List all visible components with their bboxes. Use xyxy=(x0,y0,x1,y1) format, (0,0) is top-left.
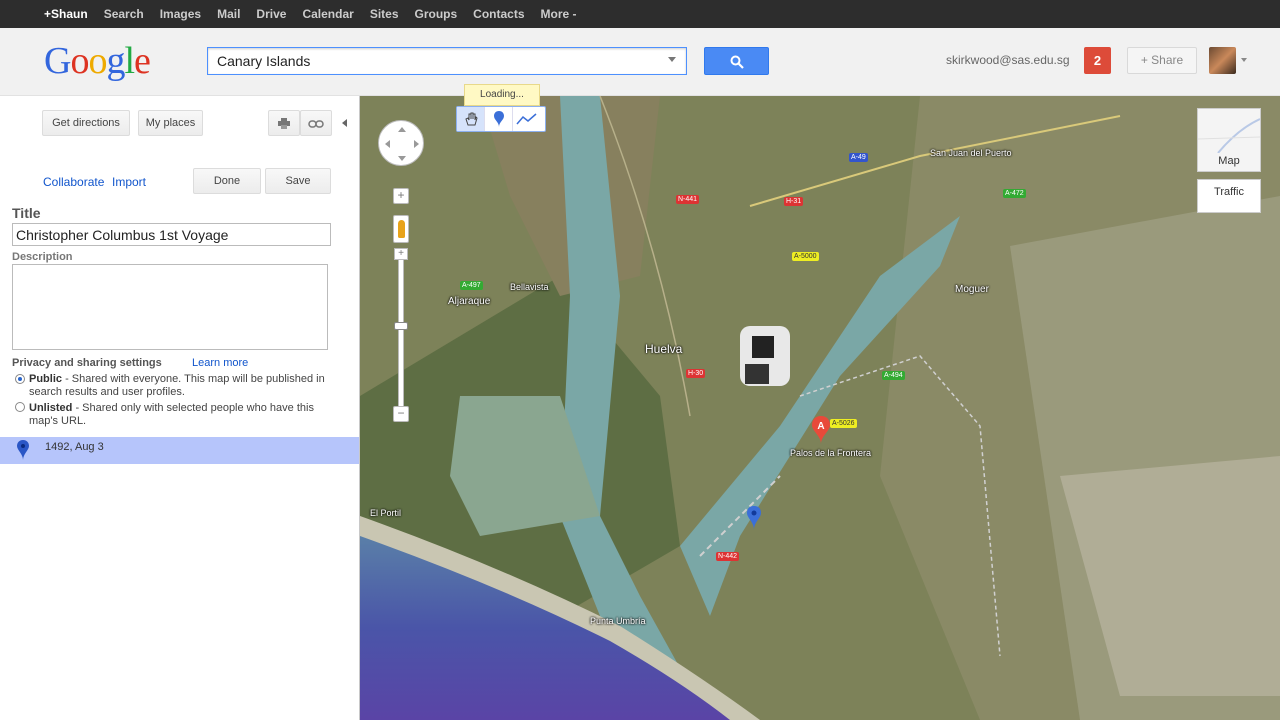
road-sign: H-31 xyxy=(784,197,804,206)
map-label-huelva: Huelva xyxy=(645,342,683,356)
road-sign: A-497 xyxy=(460,281,483,290)
map-label-punta-umbria: Punta Umbría xyxy=(590,616,646,626)
print-button[interactable] xyxy=(268,110,300,136)
link-button[interactable] xyxy=(300,110,332,136)
pan-arrows-icon xyxy=(385,127,419,161)
pegman-street-view-icon[interactable] xyxy=(393,215,409,243)
nav-calendar[interactable]: Calendar xyxy=(294,7,361,21)
nav-groups[interactable]: Groups xyxy=(407,7,466,21)
search-box xyxy=(207,47,687,75)
map-label-san-juan: San Juan del Puerto xyxy=(930,148,1012,158)
hand-icon xyxy=(464,112,478,126)
save-button[interactable]: Save xyxy=(265,168,331,194)
svg-text:A: A xyxy=(817,421,824,432)
map-edit-toolbox xyxy=(456,106,546,132)
road-sign: A-494 xyxy=(882,371,905,380)
draw-line-icon xyxy=(516,113,537,125)
avatar[interactable] xyxy=(1209,47,1236,74)
chevron-down-icon[interactable] xyxy=(1241,58,1247,62)
privacy-label: Privacy and sharing settings xyxy=(12,357,162,369)
search-input[interactable] xyxy=(208,48,648,74)
nav-profile[interactable]: +Shaun xyxy=(36,7,96,21)
title-label: Title xyxy=(12,205,41,221)
nav-search[interactable]: Search xyxy=(96,7,152,21)
description-input[interactable] xyxy=(12,264,328,350)
collaborate-link[interactable]: Collaborate xyxy=(43,175,104,189)
road-sign: A-5000 xyxy=(792,252,819,261)
zoom-slider-thumb[interactable] xyxy=(394,322,408,330)
satellite-imagery xyxy=(360,96,1280,720)
done-button[interactable]: Done xyxy=(193,168,261,194)
google-logo[interactable]: Google xyxy=(44,40,151,82)
road-sign: A-5026 xyxy=(830,419,857,428)
map-label-bellavista: Bellavista xyxy=(510,282,549,292)
get-directions-button[interactable]: Get directions xyxy=(42,110,130,136)
public-radio[interactable] xyxy=(15,374,25,384)
line-tool[interactable] xyxy=(513,107,541,131)
unlisted-option-text: Unlisted - Shared only with selected peo… xyxy=(29,402,314,427)
blue-placemark-icon[interactable] xyxy=(747,506,761,530)
map-label-moguer: Moguer xyxy=(955,284,989,295)
placemark-label: 1492, Aug 3 xyxy=(45,441,104,453)
zoom-step-button[interactable]: + xyxy=(394,248,408,260)
public-option-text: Public - Shared with everyone. This map … xyxy=(29,373,325,398)
description-label: Description xyxy=(12,251,73,263)
share-button[interactable]: + Share xyxy=(1127,47,1197,74)
nav-images[interactable]: Images xyxy=(152,7,209,21)
nav-more[interactable]: More - xyxy=(533,7,585,21)
google-top-bar: +Shaun Search Images Mail Drive Calendar… xyxy=(0,0,1280,28)
nav-mail[interactable]: Mail xyxy=(209,7,248,21)
nav-contacts[interactable]: Contacts xyxy=(465,7,532,21)
loading-indicator: Loading... xyxy=(464,84,540,106)
user-email[interactable]: skirkwood@sas.edu.sg xyxy=(946,53,1070,67)
satellite-map[interactable]: Huelva Moguer Aljaraque Punta Umbría Pal… xyxy=(360,96,1280,720)
map-label-el-portil: El Portil xyxy=(370,508,402,518)
map-label-palos: Palos de la Frontera xyxy=(790,448,872,458)
road-sign: A-472 xyxy=(1003,189,1026,198)
top-nav: +Shaun Search Images Mail Drive Calendar… xyxy=(36,0,585,28)
traffic-button[interactable]: Traffic xyxy=(1197,179,1261,213)
map-type-label: Map xyxy=(1218,155,1240,167)
unlisted-radio[interactable] xyxy=(15,402,25,412)
road-sign: A-49 xyxy=(849,153,868,162)
title-input[interactable] xyxy=(12,223,331,246)
import-link[interactable]: Import xyxy=(112,175,146,189)
map-thumbnail-icon xyxy=(1197,109,1261,154)
learn-more-link[interactable]: Learn more xyxy=(192,357,248,369)
header: Google skirkwood@sas.edu.sg 2 + Share xyxy=(0,28,1280,96)
search-button[interactable] xyxy=(704,47,769,75)
pan-control[interactable] xyxy=(378,120,424,166)
road-sign: H-30 xyxy=(686,369,706,378)
nav-drive[interactable]: Drive xyxy=(248,7,294,21)
zoom-in-button[interactable]: + xyxy=(393,188,409,204)
road-sign: N-441 xyxy=(676,195,700,204)
road-sign: N-442 xyxy=(716,552,740,561)
notification-badge[interactable]: 2 xyxy=(1084,47,1111,74)
zoom-out-button[interactable]: − xyxy=(393,406,409,422)
blue-placemark-icon xyxy=(17,440,29,460)
search-icon xyxy=(730,55,744,69)
my-places-button[interactable]: My places xyxy=(138,110,203,136)
hand-tool[interactable] xyxy=(457,107,485,131)
my-maps-panel: Get directions My places Collaborate Imp… xyxy=(0,96,360,720)
placemark-icon xyxy=(493,111,504,127)
marker-a-icon[interactable]: A xyxy=(812,416,830,444)
map-type-button[interactable]: Map xyxy=(1197,108,1261,172)
placemark-tool[interactable] xyxy=(485,107,513,131)
nav-sites[interactable]: Sites xyxy=(362,7,407,21)
map-label-aljaraque: Aljaraque xyxy=(448,296,491,307)
search-dropdown-icon[interactable] xyxy=(668,57,676,62)
placemark-list-item[interactable]: 1492, Aug 3 xyxy=(0,437,359,464)
collapse-panel-icon[interactable] xyxy=(342,119,347,127)
print-icon xyxy=(278,118,290,129)
link-icon xyxy=(308,120,324,128)
